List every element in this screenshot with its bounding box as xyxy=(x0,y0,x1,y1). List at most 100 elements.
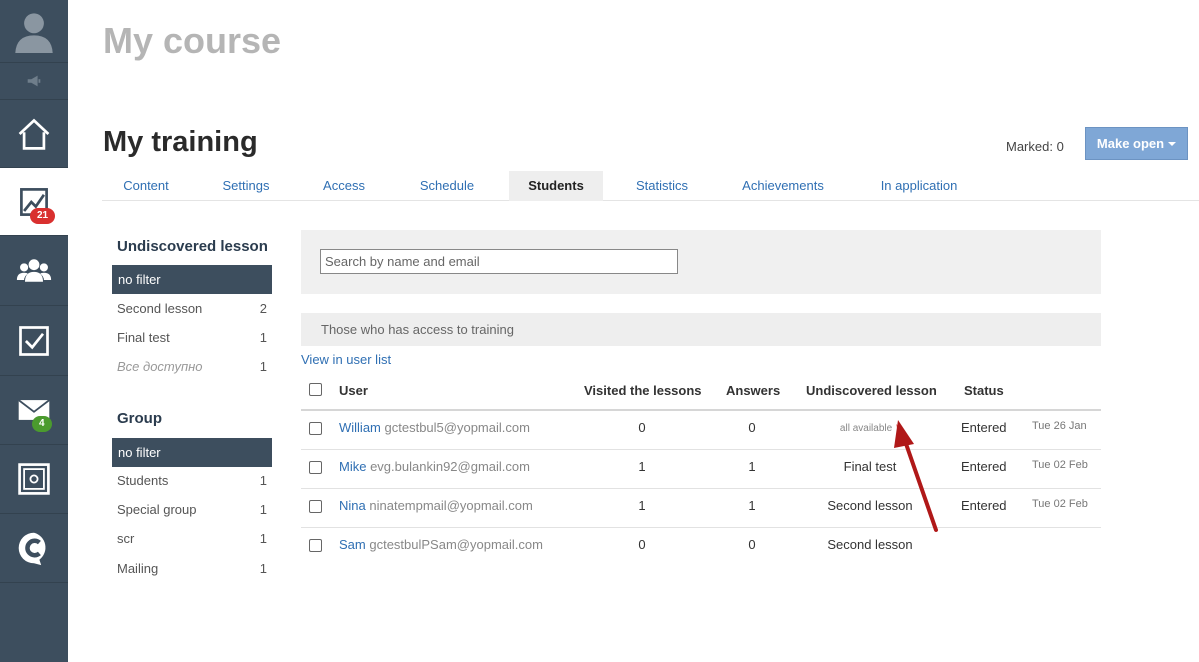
user-cell: Sam gctestbulPSam@yopmail.com xyxy=(339,537,543,552)
answers-cell: 0 xyxy=(748,420,756,435)
filter-group-students[interactable]: Students 1 xyxy=(117,473,267,493)
date-cell: Tue 02 Feb xyxy=(1032,498,1088,510)
undiscovered-no-filter[interactable]: no filter xyxy=(112,265,272,294)
filter-group-mailing[interactable]: Mailing 1 xyxy=(117,561,267,581)
status-cell: Entered xyxy=(961,420,1007,435)
left-rail: 21 4 xyxy=(0,0,68,662)
filter-count: 2 xyxy=(259,301,267,316)
undiscovered-heading: Undiscovered lesson xyxy=(117,238,268,255)
tab-achievements[interactable]: Achievements xyxy=(728,171,838,201)
col-status: Status xyxy=(964,383,1004,398)
tab-access[interactable]: Access xyxy=(300,171,388,201)
row-checkbox[interactable] xyxy=(309,539,322,552)
filter-count: 1 xyxy=(259,531,267,546)
user-email: ninatempmail@yopmail.com xyxy=(369,498,533,513)
training-badge: 21 xyxy=(30,208,56,224)
home-icon xyxy=(18,118,50,150)
course-title: My course xyxy=(103,20,282,61)
filter-label: Final test xyxy=(117,330,170,345)
filter-label: Все доступно xyxy=(117,359,203,374)
rail-home[interactable] xyxy=(0,100,68,168)
filter-label: Second lesson xyxy=(117,301,203,316)
users-icon xyxy=(16,258,52,282)
user-email: gctestbul5@yopmail.com xyxy=(384,420,530,435)
answers-cell: 0 xyxy=(748,537,756,552)
group-heading: Group xyxy=(117,410,162,427)
user-email: gctestbulPSam@yopmail.com xyxy=(369,537,543,552)
visited-cell: 1 xyxy=(638,498,646,513)
visited-cell: 0 xyxy=(638,537,646,552)
make-open-button[interactable]: Make open xyxy=(1085,127,1188,160)
checkbox-icon xyxy=(19,325,49,356)
rail-users[interactable] xyxy=(0,236,68,306)
logo-c-icon xyxy=(18,532,46,566)
filter-count: 1 xyxy=(259,502,267,517)
visited-cell: 0 xyxy=(638,420,646,435)
mail-badge: 4 xyxy=(32,416,52,432)
filter-count: 1 xyxy=(259,473,267,488)
megaphone-icon xyxy=(27,75,41,87)
rail-mail[interactable]: 4 xyxy=(0,376,68,445)
avatar-icon xyxy=(15,13,53,53)
view-in-user-list-link[interactable]: View in user list xyxy=(301,352,391,367)
user-name-link[interactable]: Sam xyxy=(339,537,366,552)
row-divider xyxy=(301,527,1101,528)
group-no-filter[interactable]: no filter xyxy=(112,438,272,467)
col-answers: Answers xyxy=(726,383,781,398)
rail-training[interactable]: 21 xyxy=(0,168,68,236)
filter-label: Mailing xyxy=(117,561,159,576)
col-undiscovered: Undiscovered lesson xyxy=(806,383,937,398)
row-divider xyxy=(301,449,1101,450)
row-checkbox[interactable] xyxy=(309,422,322,435)
filter-group-special[interactable]: Special group 1 xyxy=(117,502,267,522)
tab-content[interactable]: Content xyxy=(102,171,190,201)
access-bar: Those who has access to training xyxy=(301,313,1101,346)
date-cell: Tue 26 Jan xyxy=(1032,420,1087,432)
answers-cell: 1 xyxy=(748,459,756,474)
date-cell: Tue 02 Feb xyxy=(1032,459,1088,471)
visited-cell: 1 xyxy=(638,459,646,474)
annotation-arrow-icon xyxy=(894,420,938,532)
safe-icon xyxy=(18,463,50,495)
status-cell: Entered xyxy=(961,459,1007,474)
rail-announcements[interactable] xyxy=(0,63,68,100)
user-name-link[interactable]: William xyxy=(339,420,381,435)
user-name-link[interactable]: Nina xyxy=(339,498,366,513)
row-checkbox[interactable] xyxy=(309,461,322,474)
rail-safe[interactable] xyxy=(0,445,68,514)
tab-in-application[interactable]: In application xyxy=(864,171,974,201)
filter-group-scr[interactable]: scr 1 xyxy=(117,531,267,551)
user-cell: Mike evg.bulankin92@gmail.com xyxy=(339,459,530,474)
table-header-divider xyxy=(301,409,1101,411)
filter-label: Special group xyxy=(117,502,197,517)
col-user: User xyxy=(339,383,368,398)
filter-count: 1 xyxy=(259,561,267,576)
filter-final-test[interactable]: Final test 1 xyxy=(117,330,267,350)
select-all-checkbox[interactable] xyxy=(309,383,322,396)
filter-count: 1 xyxy=(259,359,267,374)
tab-statistics[interactable]: Statistics xyxy=(618,171,706,201)
filter-second-lesson[interactable]: Second lesson 2 xyxy=(117,301,267,321)
user-cell: William gctestbul5@yopmail.com xyxy=(339,420,530,435)
row-divider xyxy=(301,488,1101,489)
row-checkbox[interactable] xyxy=(309,500,322,513)
make-open-label: Make open xyxy=(1096,136,1165,151)
filter-count: 1 xyxy=(259,330,267,345)
col-visited: Visited the lessons xyxy=(584,383,702,398)
training-title: My training xyxy=(103,126,258,158)
user-name-link[interactable]: Mike xyxy=(339,459,366,474)
rail-tasks[interactable] xyxy=(0,306,68,376)
search-input[interactable] xyxy=(320,249,678,274)
filter-label: scr xyxy=(117,531,135,546)
marked-count: Marked: 0 xyxy=(1006,139,1064,154)
user-email: evg.bulankin92@gmail.com xyxy=(370,459,530,474)
rail-logo[interactable] xyxy=(0,514,68,583)
tab-settings[interactable]: Settings xyxy=(202,171,290,201)
chevron-down-icon xyxy=(1168,141,1177,146)
rail-avatar[interactable] xyxy=(0,0,68,63)
filter-label: Students xyxy=(117,473,169,488)
tab-schedule[interactable]: Schedule xyxy=(402,171,492,201)
tab-students[interactable]: Students xyxy=(509,171,603,201)
answers-cell: 1 xyxy=(748,498,756,513)
filter-all-available[interactable]: Все доступно 1 xyxy=(117,359,267,379)
